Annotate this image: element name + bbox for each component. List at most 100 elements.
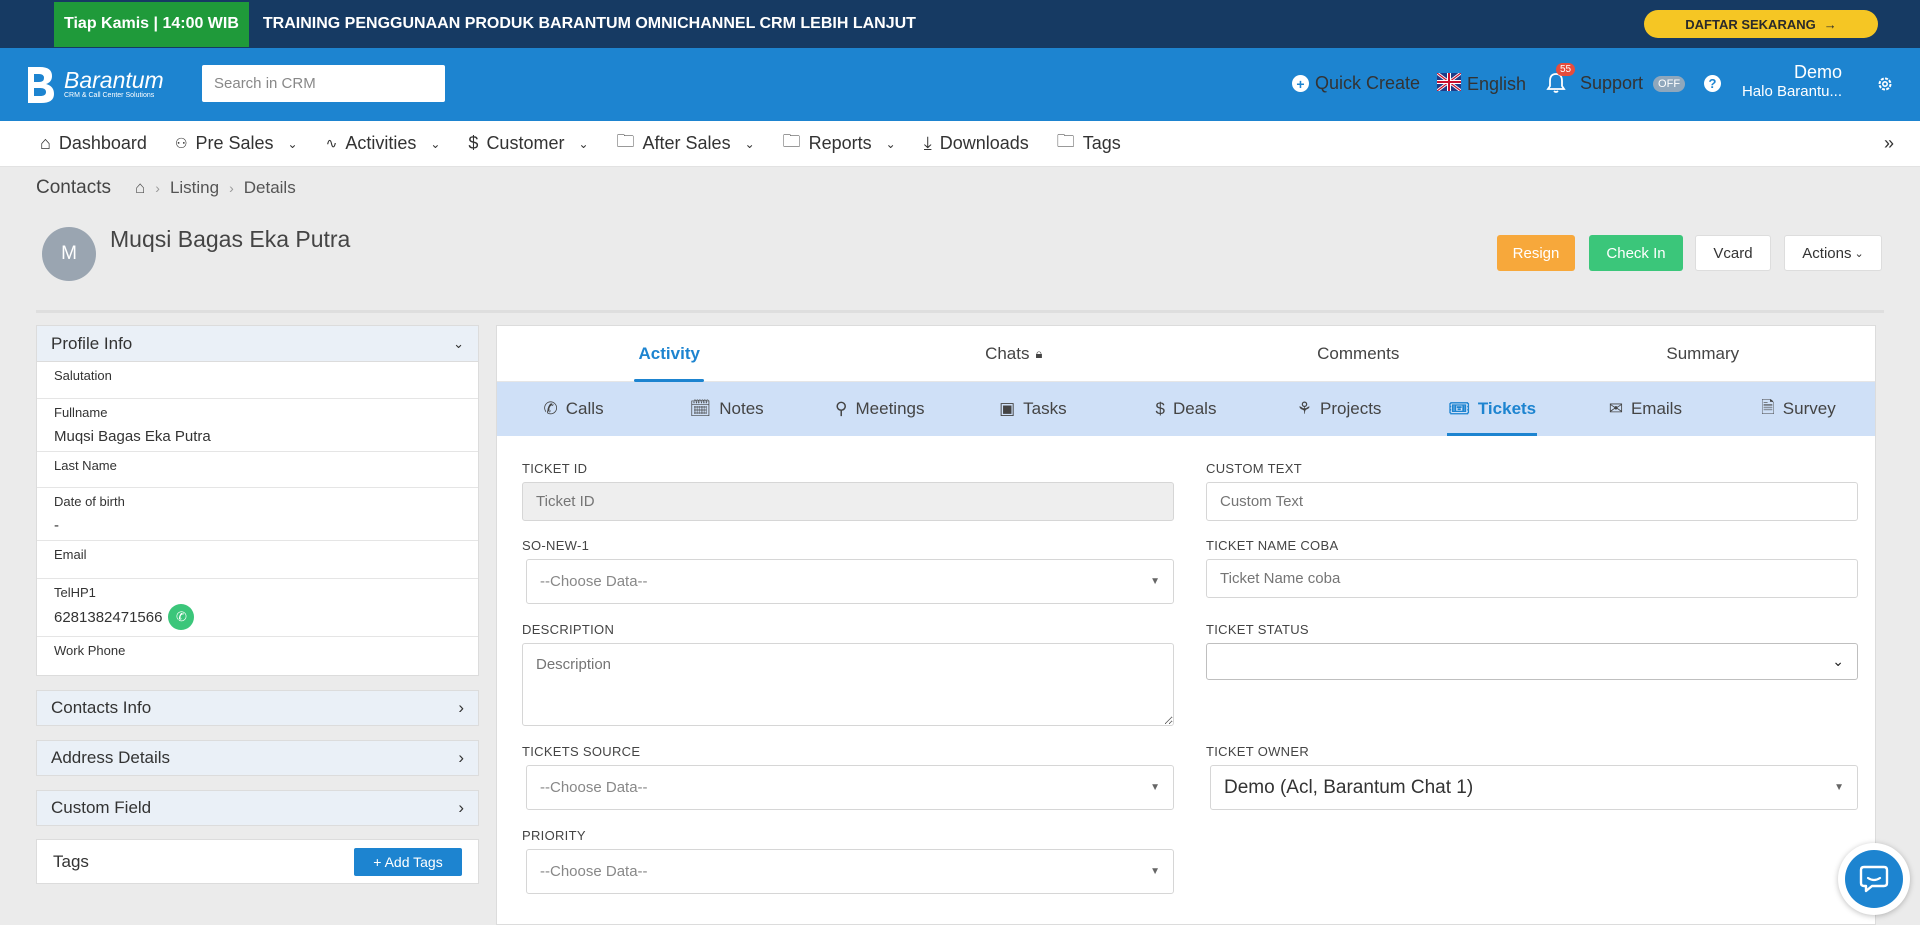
custom-text-input[interactable]: [1206, 482, 1858, 521]
nav-reports[interactable]: 🗀 Reports ⌄: [783, 129, 896, 159]
tab-activity[interactable]: Activity: [497, 326, 842, 382]
field-label: Last Name: [54, 458, 117, 473]
ticket-owner-group: TICKET OWNER Demo (Acl, Barantum Chat 1)…: [1206, 744, 1858, 810]
subtab-label: Tickets: [1477, 399, 1537, 418]
section-title: Custom Field: [51, 798, 152, 817]
tab-label: Activity: [638, 343, 700, 363]
subtab-tickets[interactable]: 🎟︎ Tickets: [1416, 382, 1569, 436]
quick-create-button[interactable]: + Quick Create: [1292, 73, 1420, 94]
bell-icon: [1546, 73, 1566, 98]
nav-pre-sales[interactable]: ⚇ Pre Sales ⌄: [175, 133, 298, 154]
subtab-deals[interactable]: $ Deals: [1109, 382, 1262, 436]
profile-info-header[interactable]: Profile Info ⌄: [36, 325, 479, 362]
caret-down-icon: ▼: [1834, 782, 1844, 793]
subtab-survey[interactable]: 🗎 Survey: [1722, 382, 1875, 436]
add-tags-button[interactable]: + Add Tags: [354, 847, 462, 876]
nav-customer[interactable]: $ Customer ⌄: [468, 133, 588, 154]
nav-label: After Sales: [642, 133, 731, 153]
nav-downloads[interactable]: ⤓ Downloads: [924, 133, 1029, 154]
nav-tags[interactable]: 🗀 Tags: [1057, 129, 1121, 159]
breadcrumb-listing[interactable]: Listing: [170, 178, 219, 198]
profile-info-body: Salutation Fullname Muqsi Bagas Eka Putr…: [36, 362, 479, 676]
vcard-button[interactable]: Vcard: [1695, 235, 1771, 271]
tags-title: Tags: [53, 851, 89, 871]
subtab-label: Survey: [1782, 399, 1836, 418]
tickets-source-label: TICKETS SOURCE: [522, 744, 641, 759]
brand-tagline: CRM & Call Center Solutions: [64, 92, 155, 99]
check-in-button[interactable]: Check In: [1589, 235, 1683, 271]
caret-down-icon: ▼: [1150, 782, 1160, 793]
settings-button[interactable]: [1876, 75, 1894, 98]
nav-dashboard[interactable]: ⌂ Dashboard: [40, 133, 147, 154]
promo-headline: TRAINING PENGGUNAAN PRODUK BARANTUM OMNI…: [262, 15, 916, 32]
resign-button[interactable]: Resign: [1497, 235, 1575, 271]
nav-label: Dashboard: [58, 133, 147, 153]
actions-label: Actions: [1802, 244, 1852, 262]
actions-button[interactable]: Actions ⌄: [1784, 235, 1882, 271]
tab-chats[interactable]: Chats 🔒︎: [842, 326, 1187, 381]
help-button[interactable]: ?: [1704, 75, 1721, 93]
notification-button[interactable]: 55: [1546, 63, 1576, 99]
address-details-header[interactable]: Address Details ›: [36, 740, 479, 776]
ticket-name-coba-input[interactable]: [1206, 559, 1858, 598]
caret-down-icon: ▼: [1150, 576, 1160, 587]
field-telhp1: TelHP1 6281382471566 ✆: [37, 579, 478, 637]
expand-nav-icon[interactable]: »: [1884, 133, 1894, 154]
question-circle-icon: ?: [1704, 75, 1721, 92]
field-work-phone: Work Phone: [37, 637, 478, 675]
description-textarea[interactable]: [522, 643, 1174, 726]
tab-summary[interactable]: Summary: [1531, 326, 1876, 381]
subtab-emails[interactable]: ✉ Emails: [1569, 382, 1722, 436]
user-menu[interactable]: Demo Halo Barantu...: [1740, 62, 1842, 100]
subtab-label: Notes: [719, 399, 764, 418]
register-button[interactable]: DAFTAR SEKARANG →: [1644, 10, 1878, 38]
subtab-label: Calls: [565, 399, 604, 418]
home-icon: ⌂: [40, 133, 51, 153]
subtab-calls[interactable]: ✆ Calls: [497, 382, 650, 436]
main-tabs: Activity Chats 🔒︎ Comments Summary: [497, 326, 1875, 382]
ticket-id-input[interactable]: [522, 482, 1174, 521]
call-phone-icon[interactable]: ✆: [168, 604, 195, 630]
breadcrumb: Contacts ⌂ › Listing › Details: [36, 177, 296, 199]
ticket-name-coba-group: TICKET NAME COBA: [1206, 538, 1858, 598]
custom-field-header[interactable]: Custom Field ›: [36, 790, 479, 826]
support-label: Support: [1580, 73, 1644, 93]
subtab-label: Projects: [1320, 399, 1382, 418]
ticket-status-select[interactable]: ⌄: [1206, 643, 1858, 680]
live-chat-button[interactable]: [1838, 843, 1910, 915]
language-selector[interactable]: English: [1436, 71, 1527, 96]
subtab-projects[interactable]: ⚘ Projects: [1263, 382, 1416, 436]
ticket-status-group: TICKET STATUS ⌄: [1206, 622, 1858, 680]
tickets-source-select[interactable]: --Choose Data-- ▼: [526, 765, 1174, 810]
gear-icon: [1876, 77, 1894, 97]
home-icon[interactable]: ⌂: [135, 178, 145, 198]
field-last-name: Last Name: [37, 452, 478, 488]
nav-activities[interactable]: ∿ Activities ⌄: [326, 133, 441, 154]
pulse-icon: ∿: [325, 135, 338, 151]
tab-label: Comments: [1317, 343, 1400, 363]
nav-after-sales[interactable]: 🗀 After Sales ⌄: [617, 129, 755, 159]
promo-schedule: Tiap Kamis | 14:00 WIB: [54, 1, 249, 47]
chevron-down-icon: ⌄: [885, 136, 896, 151]
description-label: DESCRIPTION: [522, 622, 615, 637]
brand-logo[interactable]: Barantum CRM & Call Center Solutions: [22, 65, 164, 105]
tab-comments[interactable]: Comments: [1186, 326, 1531, 381]
select-value: --Choose Data--: [540, 863, 648, 880]
separator-icon: ›: [155, 180, 160, 196]
subtab-notes[interactable]: 🗓︎ Notes: [650, 382, 803, 436]
support-toggle[interactable]: Support OFF: [1580, 73, 1686, 94]
search-input[interactable]: [202, 65, 445, 102]
details-sidebar: Profile Info ⌄ Salutation Fullname Muqsi…: [36, 325, 479, 884]
subtab-meetings[interactable]: ⚲ Meetings: [803, 382, 956, 436]
so-new-1-select[interactable]: --Choose Data-- ▼: [526, 559, 1174, 604]
subtab-tasks[interactable]: ▣ Tasks: [956, 382, 1109, 436]
priority-group: PRIORITY --Choose Data-- ▼: [522, 828, 1174, 894]
ticket-name-coba-label: TICKET NAME COBA: [1206, 538, 1339, 553]
ticket-owner-select[interactable]: Demo (Acl, Barantum Chat 1) ▼: [1210, 765, 1858, 810]
contacts-info-header[interactable]: Contacts Info ›: [36, 690, 479, 726]
nav-label: Tags: [1082, 133, 1121, 153]
field-fullname: Fullname Muqsi Bagas Eka Putra: [37, 399, 478, 452]
language-label: English: [1467, 74, 1527, 94]
priority-select[interactable]: --Choose Data-- ▼: [526, 849, 1174, 894]
map-pin-icon: ⚲: [835, 399, 848, 418]
